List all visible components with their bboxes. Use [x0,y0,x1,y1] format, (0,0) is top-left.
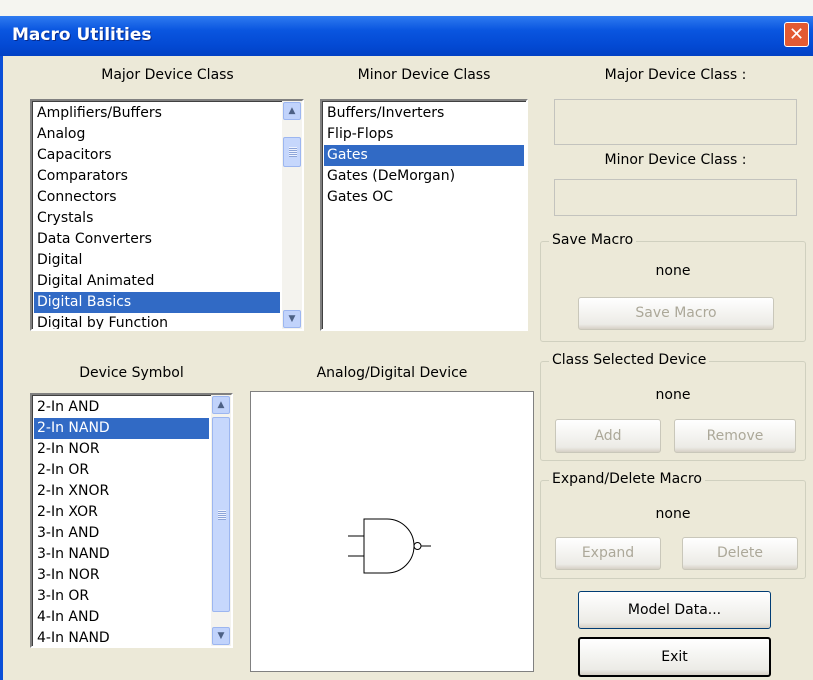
major-class-list-item[interactable]: Amplifiers/Buffers [34,103,280,124]
expand-delete-macro-value: none [655,506,691,522]
device-symbol-list-item[interactable]: 3-In OR [34,586,209,607]
scroll-up-icon[interactable]: ▲ [212,396,230,414]
title-bar[interactable]: Macro Utilities ✕ [0,16,813,56]
expand-button[interactable]: Expand [555,537,661,570]
device-symbol-list-item[interactable]: 3-In NAND [34,544,209,565]
remove-button[interactable]: Remove [674,419,796,453]
device-symbol-list-item[interactable]: 3-In AND [34,523,209,544]
major-class-list-item[interactable]: Digital Animated [34,271,280,292]
minor-device-class-field [554,179,797,216]
major-list-scroll-thumb[interactable] [283,137,301,167]
major-class-list-item[interactable]: Crystals [34,208,280,229]
save-macro-button[interactable]: Save Macro [578,297,774,330]
symbol-list-scroll-thumb[interactable] [212,417,230,612]
grip-icon [289,147,297,157]
device-preview-panel [250,391,534,672]
device-symbol-items: 2-In AND 2-In NAND 2-In NOR 2-In OR 2-In XNO… [34,397,209,646]
grip-icon [218,509,226,520]
major-class-list-item[interactable]: Digital [34,250,280,271]
major-device-class-list[interactable]: Amplifiers/Buffers Analog Capacitors Compar… [30,99,304,331]
nand-gate-icon [348,518,431,574]
scroll-up-icon[interactable]: ▲ [283,102,301,120]
device-symbol-list-item[interactable]: 2-In OR [34,460,209,481]
minor-device-class-label: Minor Device Class [357,67,491,83]
major-class-list-item[interactable]: Digital by Function [34,313,280,329]
major-list-scrollbar[interactable]: ▲ ▼ [282,101,302,329]
device-symbol-list[interactable]: 2-In AND 2-In NAND 2-In NOR 2-In OR 2-In XNO… [30,393,233,648]
minor-class-list-item[interactable]: Gates [324,145,524,166]
add-button[interactable]: Add [555,419,661,453]
class-selected-device-group: Class Selected Device none Add Remove [540,352,806,461]
device-symbol-list-item[interactable]: 3-In NOR [34,565,209,586]
major-device-class-items: Amplifiers/Buffers Analog Capacitors Compar… [34,103,280,329]
major-class-list-item[interactable]: Digital Basics [34,292,280,313]
device-symbol-list-item[interactable]: 2-In NAND [34,418,209,439]
save-macro-group: Save Macro none Save Macro [540,232,806,342]
major-device-class-field-label: Major Device Class : [604,67,747,83]
class-selected-device-legend: Class Selected Device [549,352,710,368]
expand-delete-macro-group: Expand/Delete Macro none Expand Delete [540,471,806,579]
device-symbol-list-item[interactable]: 2-In XNOR [34,481,209,502]
device-symbol-label: Device Symbol [79,365,184,381]
save-macro-value: none [655,263,691,279]
minor-device-class-items: Buffers/Inverters Flip-Flops Gates Gates (D… [324,103,524,208]
minor-class-list-item[interactable]: Gates (DeMorgan) [324,166,524,187]
major-class-list-item[interactable]: Capacitors [34,145,280,166]
major-class-list-item[interactable]: Connectors [34,187,280,208]
minor-class-list-item[interactable]: Buffers/Inverters [324,103,524,124]
device-symbol-list-item[interactable]: 4-In NAND [34,628,209,646]
major-device-class-field [554,99,797,145]
major-class-list-item[interactable]: Data Converters [34,229,280,250]
model-data-button[interactable]: Model Data... [578,591,771,629]
major-device-class-label: Major Device Class [101,67,234,83]
device-symbol-list-item[interactable]: 4-In AND [34,607,209,628]
minor-device-class-list[interactable]: Buffers/Inverters Flip-Flops Gates Gates (D… [320,99,528,331]
class-selected-device-value: none [655,387,691,403]
exit-button[interactable]: Exit [578,637,771,677]
background-window-strip [0,0,813,16]
save-macro-legend: Save Macro [549,232,637,248]
expand-delete-macro-legend: Expand/Delete Macro [549,471,705,487]
symbol-list-scrollbar[interactable]: ▲ ▼ [211,395,231,646]
minor-device-class-field-label: Minor Device Class : [604,152,747,168]
scroll-down-icon[interactable]: ▼ [283,310,301,328]
minor-class-list-item[interactable]: Gates OC [324,187,524,208]
window-title: Macro Utilities [12,25,152,45]
device-symbol-list-item[interactable]: 2-In NOR [34,439,209,460]
device-symbol-list-item[interactable]: 2-In AND [34,397,209,418]
major-class-list-item[interactable]: Analog [34,124,280,145]
major-class-list-item[interactable]: Comparators [34,166,280,187]
close-icon: ✕ [788,24,805,45]
scroll-down-icon[interactable]: ▼ [212,627,230,645]
device-symbol-list-item[interactable]: 2-In XOR [34,502,209,523]
minor-class-list-item[interactable]: Flip-Flops [324,124,524,145]
analog-digital-device-label: Analog/Digital Device [316,365,468,381]
delete-button[interactable]: Delete [682,537,798,570]
close-button[interactable]: ✕ [784,22,809,47]
